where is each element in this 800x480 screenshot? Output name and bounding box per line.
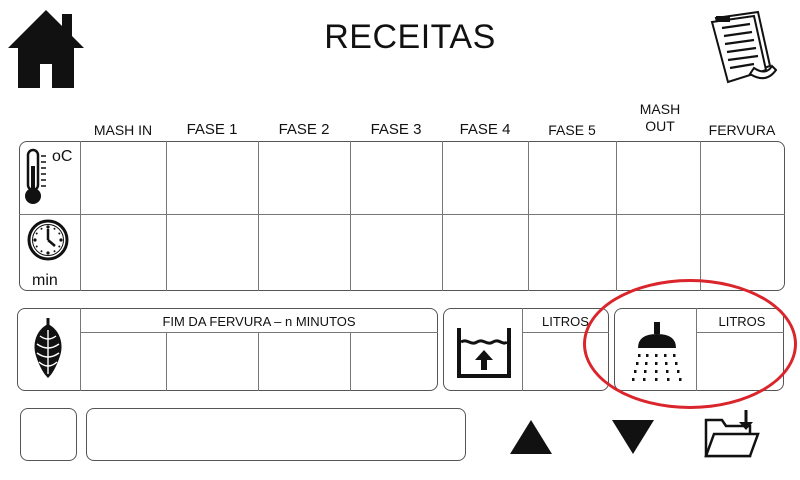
column-header-fase-4: FASE 4: [459, 121, 511, 138]
scroll-down-button[interactable]: [608, 416, 658, 458]
thermometer-icon: [25, 148, 46, 204]
time-row-label: min: [22, 218, 78, 290]
recipe-number-field[interactable]: [20, 408, 77, 461]
home-icon: [8, 10, 84, 88]
column-header-mash-out: MASH OUT: [639, 101, 681, 134]
column-header-fase-5: FASE 5: [548, 122, 596, 138]
recipe-document-button[interactable]: [706, 8, 782, 86]
temp-cell-mash-in[interactable]: [81, 142, 166, 214]
home-button[interactable]: [6, 6, 86, 90]
time-cell-fase-4[interactable]: [443, 215, 528, 290]
temp-cell-mash-out[interactable]: [617, 142, 700, 214]
hops-header-label: FIM DA FERVURA – n MINUTOS: [162, 314, 356, 329]
hop-addition-1[interactable]: [81, 333, 166, 390]
time-cell-fase-5[interactable]: [529, 215, 616, 290]
hops-icon: [34, 318, 62, 378]
arrow-up-icon: [510, 420, 552, 454]
column-header-fase-1: FASE 1: [186, 121, 238, 138]
hop-addition-4[interactable]: [351, 333, 437, 390]
column-header-fase-2: FASE 2: [278, 121, 330, 138]
temperature-row-label: oC: [22, 146, 78, 210]
temp-cell-fase-5[interactable]: [529, 142, 616, 214]
column-header-mash-in: MASH IN: [93, 122, 153, 138]
temp-cell-fase-3[interactable]: [351, 142, 442, 214]
time-cell-fase-2[interactable]: [259, 215, 350, 290]
time-cell-fervura[interactable]: [701, 215, 784, 290]
clock-icon: [27, 219, 69, 261]
hop-addition-2[interactable]: [167, 333, 258, 390]
highlight-ellipse: [583, 279, 797, 409]
column-header-fase-3: FASE 3: [370, 121, 422, 138]
folder-download-icon: [704, 410, 760, 458]
temp-cell-fervura[interactable]: [701, 142, 784, 214]
column-header-fervura: FERVURA: [708, 122, 776, 138]
load-recipe-button[interactable]: [702, 408, 762, 462]
scroll-up-button[interactable]: [506, 416, 556, 458]
time-cell-fase-3[interactable]: [351, 215, 442, 290]
temp-cell-fase-1[interactable]: [167, 142, 258, 214]
page-title: RECEITAS: [324, 18, 496, 56]
recipe-name-field[interactable]: [86, 408, 466, 461]
temperature-unit: oC: [52, 148, 73, 165]
recipe-document-icon: [710, 10, 778, 84]
time-cell-fase-1[interactable]: [167, 215, 258, 290]
hop-addition-3[interactable]: [259, 333, 350, 390]
time-cell-mash-in[interactable]: [81, 215, 166, 290]
temp-cell-fase-4[interactable]: [443, 142, 528, 214]
time-unit: min: [32, 272, 58, 289]
water-tank-icon: [457, 328, 511, 378]
temp-cell-fase-2[interactable]: [259, 142, 350, 214]
arrow-down-icon: [612, 420, 654, 454]
